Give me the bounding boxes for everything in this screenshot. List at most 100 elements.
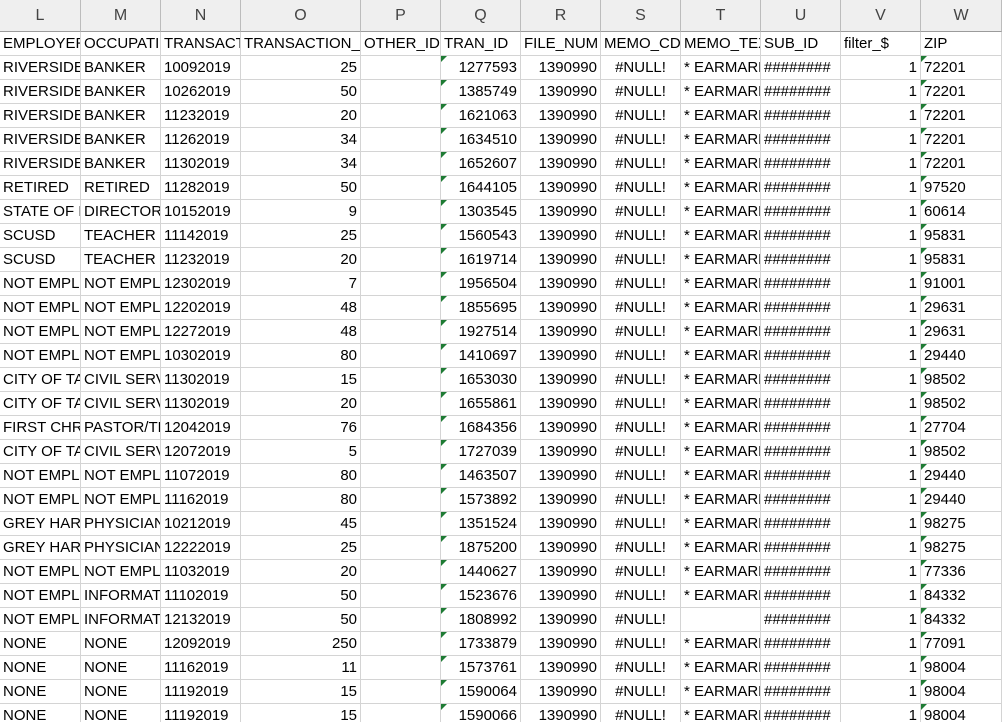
cell-N[interactable]: 11302019: [161, 152, 241, 176]
cell-W[interactable]: 29631: [921, 320, 1002, 344]
cell-P[interactable]: [361, 128, 441, 152]
cell-O[interactable]: 76: [241, 416, 361, 440]
cell-W[interactable]: 29440: [921, 488, 1002, 512]
cell-R[interactable]: 1390990: [521, 632, 601, 656]
cell-L[interactable]: NOT EMPLOYED: [0, 584, 81, 608]
cell-O[interactable]: 15: [241, 680, 361, 704]
cell-L[interactable]: NONE: [0, 656, 81, 680]
cell-W[interactable]: 77091: [921, 632, 1002, 656]
cell-P[interactable]: [361, 368, 441, 392]
cell-O[interactable]: 80: [241, 464, 361, 488]
cell-R[interactable]: 1390990: [521, 368, 601, 392]
cell-M[interactable]: RETIRED: [81, 176, 161, 200]
column-header-O[interactable]: O: [241, 0, 361, 32]
cell-L[interactable]: NONE: [0, 680, 81, 704]
cell-U[interactable]: ########: [761, 248, 841, 272]
cell-O[interactable]: 5: [241, 440, 361, 464]
cell-N[interactable]: 11232019: [161, 248, 241, 272]
cell-M[interactable]: NOT EMPLOYED: [81, 344, 161, 368]
cell-Q[interactable]: 1956504: [441, 272, 521, 296]
cell-T[interactable]: * EARMARKED: [681, 680, 761, 704]
cell-N[interactable]: 11302019: [161, 368, 241, 392]
cell-T[interactable]: * EARMARKED: [681, 560, 761, 584]
cell-R[interactable]: 1390990: [521, 584, 601, 608]
cell-W[interactable]: 98004: [921, 704, 1002, 722]
cell-L[interactable]: CITY OF TACOMA: [0, 392, 81, 416]
cell-U[interactable]: ########: [761, 296, 841, 320]
cell-Q[interactable]: 1277593: [441, 56, 521, 80]
cell-L[interactable]: NOT EMPLOYED: [0, 608, 81, 632]
cell-R[interactable]: 1390990: [521, 248, 601, 272]
cell-S[interactable]: #NULL!: [601, 536, 681, 560]
cell-R[interactable]: 1390990: [521, 128, 601, 152]
cell-Q[interactable]: 1634510: [441, 128, 521, 152]
cell-S[interactable]: #NULL!: [601, 248, 681, 272]
cell-O[interactable]: 20: [241, 560, 361, 584]
cell-N[interactable]: TRANSACTION_DT: [161, 32, 241, 56]
cell-M[interactable]: BANKER: [81, 104, 161, 128]
cell-T[interactable]: * EARMARKED: [681, 512, 761, 536]
cell-S[interactable]: #NULL!: [601, 56, 681, 80]
cell-M[interactable]: NONE: [81, 704, 161, 722]
cell-W[interactable]: 95831: [921, 224, 1002, 248]
cell-S[interactable]: #NULL!: [601, 152, 681, 176]
cell-O[interactable]: 34: [241, 128, 361, 152]
cell-T[interactable]: * EARMARKED: [681, 104, 761, 128]
cell-Q[interactable]: 1808992: [441, 608, 521, 632]
cell-T[interactable]: * EARMARKED: [681, 248, 761, 272]
cell-R[interactable]: 1390990: [521, 80, 601, 104]
cell-V[interactable]: 1: [841, 464, 921, 488]
cell-U[interactable]: ########: [761, 104, 841, 128]
cell-V[interactable]: filter_$: [841, 32, 921, 56]
cell-U[interactable]: ########: [761, 704, 841, 722]
cell-T[interactable]: * EARMARKED: [681, 488, 761, 512]
cell-N[interactable]: 11072019: [161, 464, 241, 488]
cell-M[interactable]: CIVIL SERVANT: [81, 392, 161, 416]
cell-Q[interactable]: 1560543: [441, 224, 521, 248]
cell-M[interactable]: NOT EMPLOYED: [81, 272, 161, 296]
cell-U[interactable]: ########: [761, 200, 841, 224]
column-header-S[interactable]: S: [601, 0, 681, 32]
cell-V[interactable]: 1: [841, 608, 921, 632]
cell-U[interactable]: ########: [761, 152, 841, 176]
cell-U[interactable]: ########: [761, 488, 841, 512]
cell-V[interactable]: 1: [841, 104, 921, 128]
cell-U[interactable]: ########: [761, 464, 841, 488]
cell-Q[interactable]: 1410697: [441, 344, 521, 368]
column-header-T[interactable]: T: [681, 0, 761, 32]
cell-R[interactable]: 1390990: [521, 608, 601, 632]
cell-V[interactable]: 1: [841, 656, 921, 680]
cell-V[interactable]: 1: [841, 440, 921, 464]
cell-P[interactable]: [361, 392, 441, 416]
cell-P[interactable]: [361, 152, 441, 176]
cell-M[interactable]: NOT EMPLOYED: [81, 296, 161, 320]
cell-R[interactable]: 1390990: [521, 56, 601, 80]
cell-M[interactable]: DIRECTOR: [81, 200, 161, 224]
cell-N[interactable]: 10212019: [161, 512, 241, 536]
cell-O[interactable]: 25: [241, 536, 361, 560]
cell-S[interactable]: #NULL!: [601, 560, 681, 584]
cell-N[interactable]: 11282019: [161, 176, 241, 200]
cell-R[interactable]: 1390990: [521, 560, 601, 584]
cell-P[interactable]: [361, 104, 441, 128]
cell-O[interactable]: 20: [241, 248, 361, 272]
cell-P[interactable]: [361, 248, 441, 272]
cell-U[interactable]: ########: [761, 680, 841, 704]
cell-N[interactable]: 11262019: [161, 128, 241, 152]
cell-Q[interactable]: TRAN_ID: [441, 32, 521, 56]
cell-W[interactable]: 98004: [921, 656, 1002, 680]
cell-O[interactable]: 45: [241, 512, 361, 536]
cell-N[interactable]: 11192019: [161, 680, 241, 704]
cell-V[interactable]: 1: [841, 632, 921, 656]
cell-O[interactable]: 25: [241, 224, 361, 248]
cell-S[interactable]: #NULL!: [601, 392, 681, 416]
cell-L[interactable]: NOT EMPLOYED: [0, 296, 81, 320]
cell-S[interactable]: #NULL!: [601, 200, 681, 224]
cell-W[interactable]: 97520: [921, 176, 1002, 200]
cell-Q[interactable]: 1573892: [441, 488, 521, 512]
cell-R[interactable]: 1390990: [521, 320, 601, 344]
cell-U[interactable]: ########: [761, 608, 841, 632]
cell-M[interactable]: NOT EMPLOYED: [81, 488, 161, 512]
cell-T[interactable]: * EARMARKED: [681, 176, 761, 200]
cell-S[interactable]: #NULL!: [601, 368, 681, 392]
